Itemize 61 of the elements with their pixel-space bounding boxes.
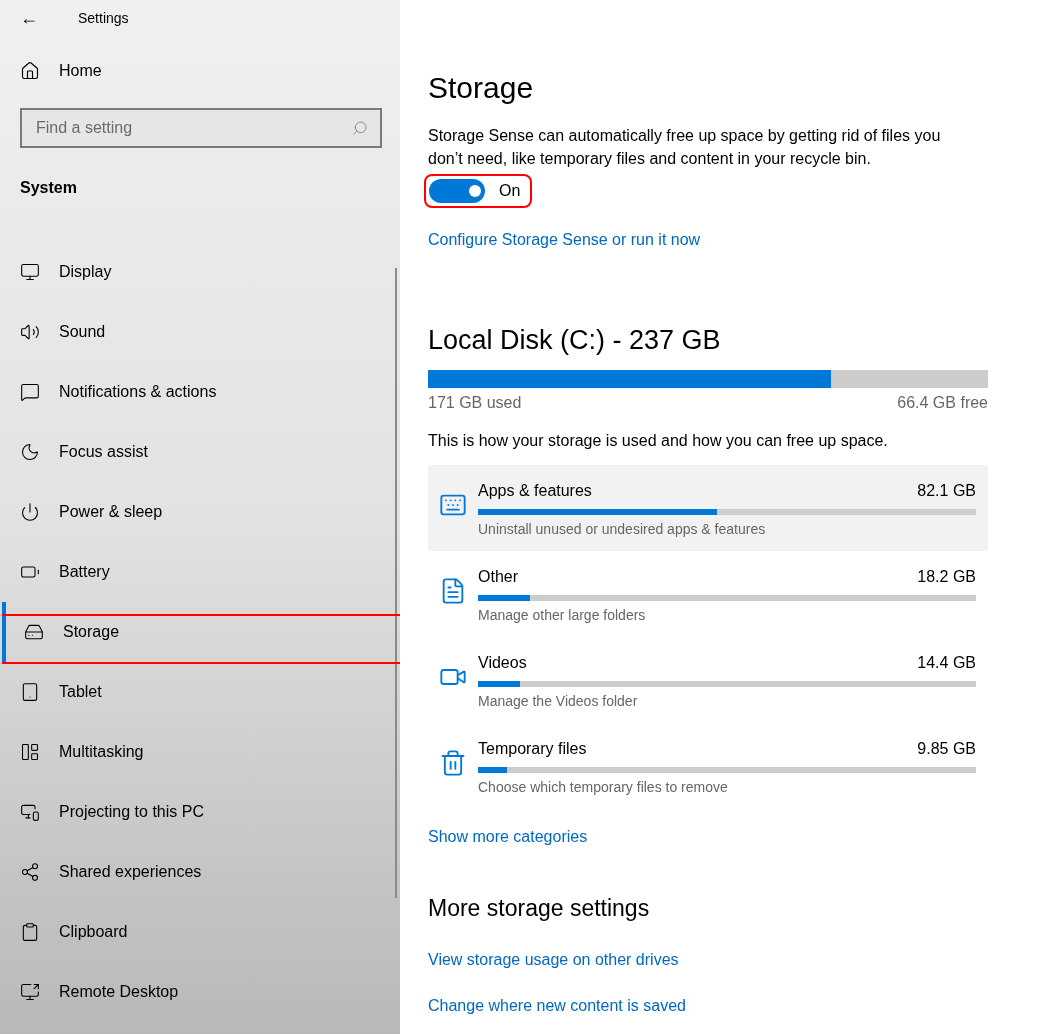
window-title: Settings — [78, 8, 129, 28]
category-hint: Uninstall unused or undesired apps & features — [478, 520, 767, 539]
nav-item[interactable]: Sound — [2, 302, 400, 362]
category-size: 9.85 GB — [917, 739, 976, 759]
category-hint: Manage other large folders — [478, 606, 647, 625]
category-name: Other — [478, 567, 518, 587]
category-size: 18.2 GB — [917, 567, 976, 587]
power-icon — [20, 502, 40, 522]
nav-item[interactable]: Battery — [2, 542, 400, 602]
settings-link[interactable]: View storage usage on other drives — [428, 947, 679, 972]
category-name: Videos — [478, 653, 527, 673]
network-icon — [20, 862, 40, 882]
nav-item[interactable]: Notifications & actions — [2, 362, 400, 422]
home-item[interactable]: Home — [2, 53, 400, 89]
trash-icon — [439, 749, 467, 777]
section-heading: System — [19, 178, 78, 198]
nav-item[interactable]: Clipboard — [2, 902, 400, 962]
drive-icon — [24, 622, 44, 642]
speaker-icon — [20, 322, 40, 342]
search-icon — [352, 120, 368, 136]
category-item[interactable]: Other 18.2 GB Manage other large folders — [428, 551, 988, 637]
category-hint: Choose which temporary files to remove — [478, 778, 729, 797]
back-button[interactable]: ← — [2, 4, 60, 32]
category-name: Temporary files — [478, 739, 587, 759]
nav-item[interactable]: Tablet — [2, 662, 400, 722]
nav-item[interactable]: Display — [2, 242, 400, 302]
configure-link[interactable]: Configure Storage Sense or run it now — [428, 228, 701, 252]
free-text: 66.4 GB free — [897, 393, 988, 413]
nav-item[interactable]: Projecting to this PC — [2, 782, 400, 842]
tablet-icon — [20, 682, 40, 702]
section-title: More storage settings — [428, 894, 651, 923]
category-item[interactable]: Videos 14.4 GB Manage the Videos folder — [428, 637, 988, 723]
nav-item[interactable]: Power & sleep — [2, 482, 400, 542]
monitor-icon — [20, 262, 40, 282]
toggle-switch[interactable] — [429, 179, 485, 203]
devices-icon — [20, 802, 40, 822]
description-text: Storage Sense can automatically free up space by getting rid of files you don’t need, like temporary files and content in your recycle bin. — [428, 126, 942, 169]
toggle-label: On — [499, 181, 521, 201]
screen-share-icon — [20, 982, 40, 1002]
page-title: Storage — [428, 70, 535, 106]
category-name: Apps & features — [478, 481, 592, 501]
home-icon — [20, 61, 40, 81]
clipboard-icon — [20, 922, 40, 942]
nav-item[interactable]: Remote Desktop — [2, 962, 400, 1022]
category-size: 14.4 GB — [917, 653, 976, 673]
search-field[interactable]: Find a setting — [20, 108, 382, 148]
category-item[interactable]: Apps & features 82.1 GB Uninstall unused or undesired apps & features — [428, 465, 988, 551]
category-hint: Manage the Videos folder — [478, 692, 639, 711]
usage-intro-text: This is how your storage is used and how you can free up space. — [428, 431, 889, 451]
layout-icon — [20, 742, 40, 762]
nav-item[interactable]: Multitasking — [2, 722, 400, 782]
used-text: 171 GB used — [428, 393, 522, 413]
disk-title: Local Disk (C:) - 237 GB — [428, 324, 722, 357]
nav-item[interactable]: Shared experiences — [2, 842, 400, 902]
show-more-link[interactable]: Show more categories — [428, 825, 588, 849]
category-size: 82.1 GB — [917, 481, 976, 501]
settings-link[interactable]: Change where new content is saved — [428, 993, 686, 1018]
category-item[interactable]: Temporary files 9.85 GB Choose which temporary files to remove — [428, 723, 988, 809]
moon-icon — [20, 442, 40, 462]
message-icon — [20, 382, 40, 402]
nav-item[interactable]: Focus assist — [2, 422, 400, 482]
